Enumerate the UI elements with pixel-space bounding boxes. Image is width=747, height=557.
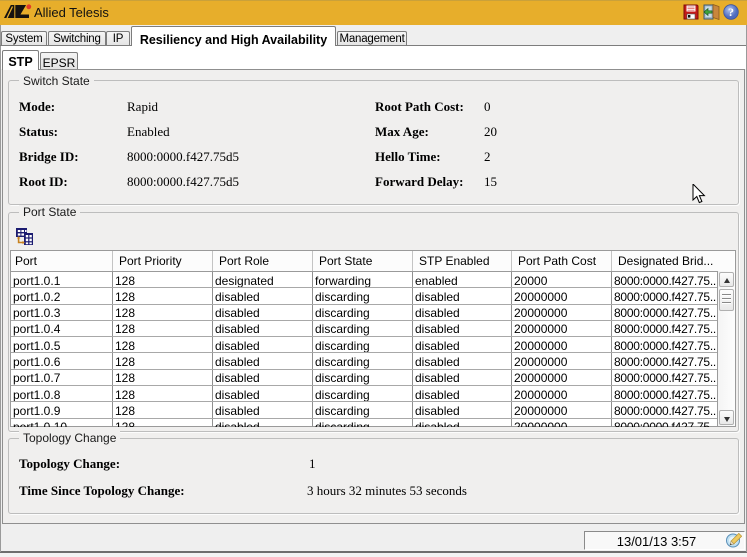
svg-text:?: ? <box>728 5 734 19</box>
